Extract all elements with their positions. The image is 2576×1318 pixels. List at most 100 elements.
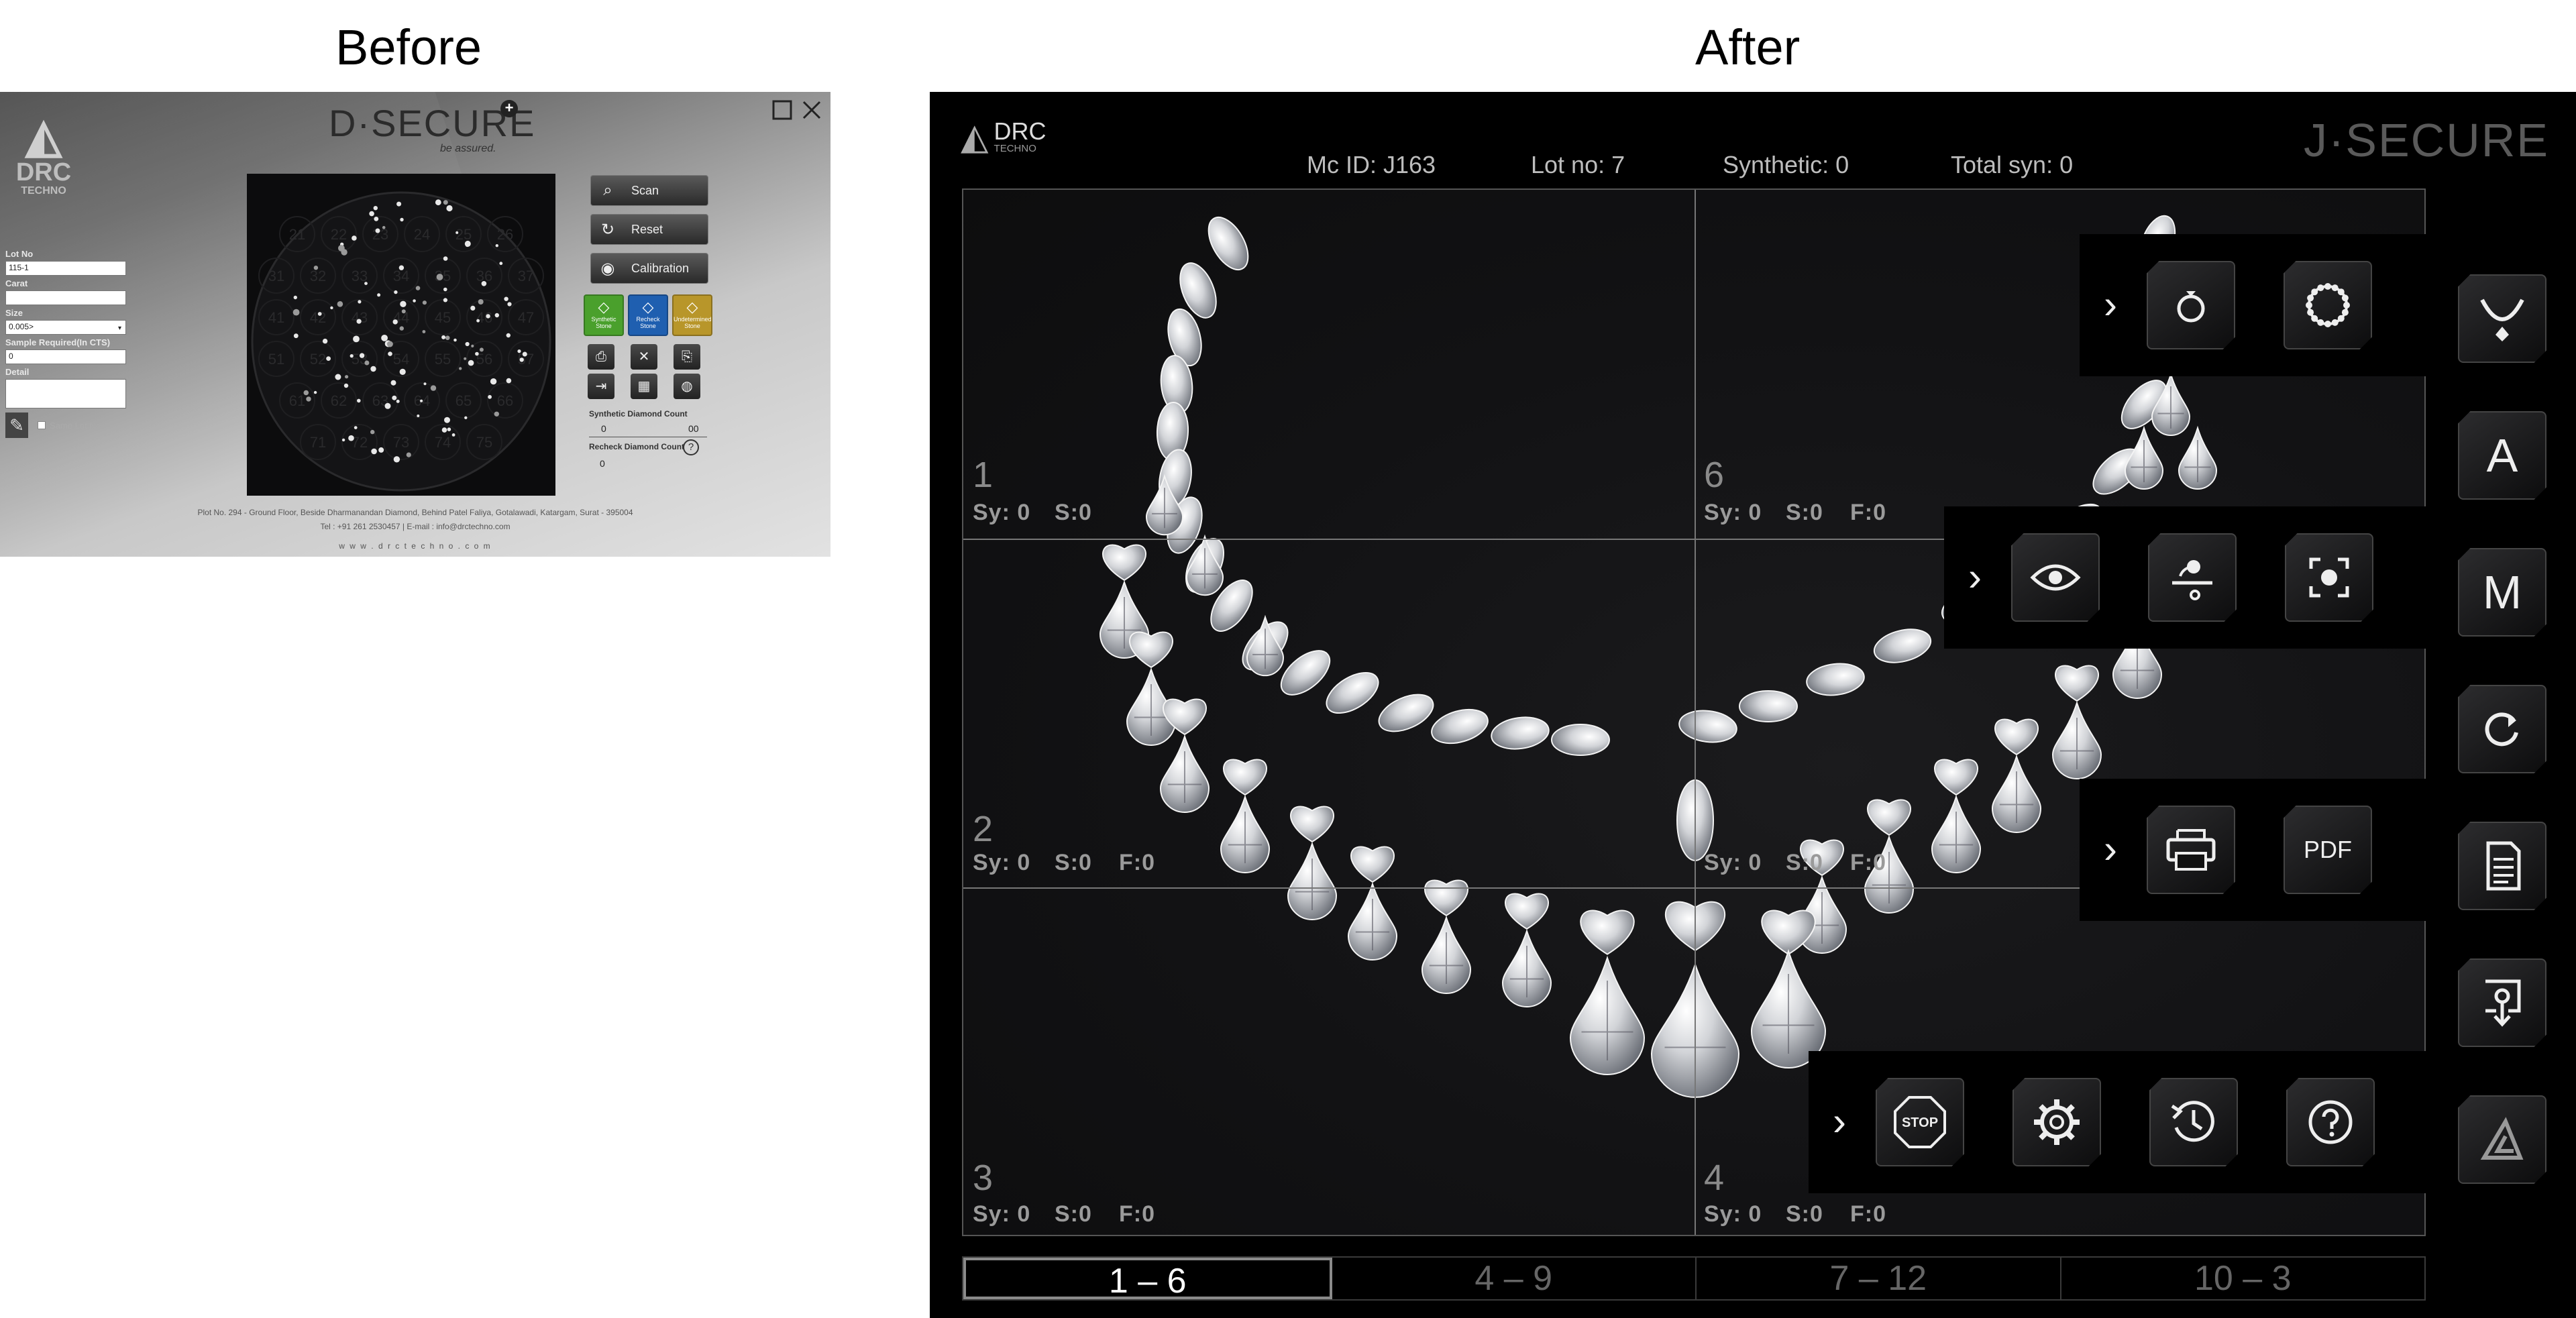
tools-button[interactable]: ✕ (631, 344, 657, 370)
stone (406, 452, 411, 457)
scan-button[interactable]: ⌕ Scan (590, 175, 708, 206)
stone (373, 206, 378, 211)
eye-icon (2030, 564, 2081, 591)
light-adjust-button[interactable] (2148, 533, 2237, 622)
bracelet-mode-button[interactable] (2284, 261, 2372, 349)
close-icon (802, 101, 821, 119)
size-select[interactable]: 0.005> ▾ (5, 320, 126, 335)
collapse-panel-button[interactable]: › (2090, 819, 2131, 879)
stone (415, 286, 421, 290)
stone (392, 319, 398, 325)
lot-form: Lot No 115-1 Carat Size 0.005> ▾ Sample R… (5, 246, 126, 438)
synthetic-count-right: 00 (688, 423, 699, 434)
carat-input[interactable] (5, 290, 126, 305)
gear-icon (2034, 1099, 2080, 1145)
cell-fail: F:0 (1850, 500, 1886, 525)
pdf-export-button[interactable]: PDF (2284, 806, 2372, 894)
logo-text: DRC (994, 117, 1046, 145)
stone (370, 366, 376, 372)
close-button[interactable] (798, 99, 825, 125)
report-button[interactable] (2458, 822, 2546, 910)
manual-mode-label: M (2482, 566, 2522, 618)
necklace-icon (2480, 298, 2524, 341)
drc-logo: ◭ DRC TECHNO (15, 112, 72, 197)
pen-button[interactable]: ✎ (5, 413, 28, 438)
help-button[interactable]: ? (683, 439, 699, 455)
stone (381, 335, 388, 341)
page-tab[interactable]: 4 – 9 (1332, 1258, 1697, 1299)
auto-mode-button[interactable]: A (2458, 411, 2546, 500)
page-tab[interactable]: 1 – 6 (963, 1258, 1332, 1301)
stone (341, 438, 345, 442)
bracelet-bead (2317, 284, 2324, 292)
collapse-panel-button[interactable]: › (2090, 274, 2131, 335)
logout-button[interactable]: ⇥ (588, 374, 614, 399)
page-tab[interactable]: 7 – 12 (1697, 1258, 2061, 1299)
stone-view-button[interactable]: ◍ (674, 374, 700, 399)
settings-button[interactable] (2012, 1078, 2101, 1166)
sample-input[interactable]: 0 (5, 349, 126, 364)
plate-cell-number: 31 (268, 268, 284, 284)
stone (357, 398, 361, 403)
cell-suspect: S:0 (1055, 1201, 1092, 1227)
same-lot-checkbox[interactable]: Same Lot No (38, 421, 101, 431)
help-button[interactable] (2286, 1078, 2375, 1166)
form-bottom-row: ✎ Same Lot No (5, 413, 126, 438)
grid-button[interactable]: ▦ (631, 374, 657, 399)
print-button[interactable]: ⎙ (588, 344, 614, 370)
recheck-count-label: Recheck Diamond Count (589, 442, 685, 451)
refresh-button[interactable] (2458, 685, 2546, 773)
maximize-button[interactable] (769, 99, 796, 125)
preview-button[interactable] (2011, 533, 2100, 622)
stone (506, 378, 512, 384)
stone (335, 374, 341, 380)
stone (455, 231, 459, 234)
detail-input[interactable] (5, 379, 126, 408)
synthetic-stone-label: Synthetic Stone (591, 316, 616, 329)
stone (399, 368, 406, 375)
stop-sign-icon: STOP (1894, 1096, 1946, 1148)
stone (337, 301, 343, 307)
stone (471, 344, 474, 347)
stone (517, 349, 521, 353)
history-button[interactable] (2149, 1078, 2238, 1166)
maximize-icon (772, 100, 792, 120)
collapse-panel-button[interactable]: › (1955, 547, 1995, 607)
logo-text-block: DRC TECHNO (994, 119, 1046, 154)
synthetic-stone-button[interactable]: ◇ Synthetic Stone (584, 294, 624, 336)
plate-cell-number: 22 (331, 226, 347, 243)
stone (392, 395, 397, 400)
necklace-mode-button[interactable] (2458, 274, 2546, 363)
undetermined-stone-button[interactable]: ◇ Undetermined Stone (672, 294, 712, 336)
stone (330, 306, 333, 310)
stone (459, 367, 462, 370)
lot-no-input[interactable]: 115-1 (5, 261, 126, 276)
stone (481, 281, 487, 286)
cell-suspect: S:0 (1786, 850, 1823, 875)
page-tab[interactable]: 10 – 3 (2061, 1258, 2425, 1299)
print-button[interactable] (2147, 806, 2235, 894)
focus-button[interactable] (2285, 533, 2373, 622)
home-button[interactable] (2458, 1095, 2546, 1184)
stone (326, 356, 331, 361)
cell-number: 1 (973, 455, 994, 495)
manual-mode-button[interactable]: M (2458, 548, 2546, 637)
collapse-panel-button[interactable]: › (1819, 1091, 1860, 1152)
export-button[interactable]: ⎘ (674, 344, 700, 370)
stop-button[interactable]: STOP (1876, 1078, 1964, 1166)
ring-mode-button[interactable] (2147, 261, 2235, 349)
cell-synthetic: Sy: 0 (1704, 1201, 1762, 1227)
size-select-value: 0.005> (9, 322, 34, 331)
reset-button[interactable]: ↻ Reset (590, 214, 708, 245)
bracelet-bead (2317, 319, 2324, 326)
export-button[interactable] (2458, 958, 2546, 1047)
recheck-stone-button[interactable]: ◇ Recheck Stone (628, 294, 668, 336)
diamond-icon: ◇ (686, 298, 698, 315)
gem-heart (1994, 718, 2039, 756)
gem-marquise (1873, 628, 1932, 663)
cell-synthetic: Sy: 0 (1704, 500, 1762, 525)
stone (303, 390, 309, 396)
calibration-icon: ◉ (600, 259, 615, 278)
calibration-button[interactable]: ◉ Calibration (590, 253, 708, 284)
scan-icon: ⌕ (603, 181, 612, 199)
